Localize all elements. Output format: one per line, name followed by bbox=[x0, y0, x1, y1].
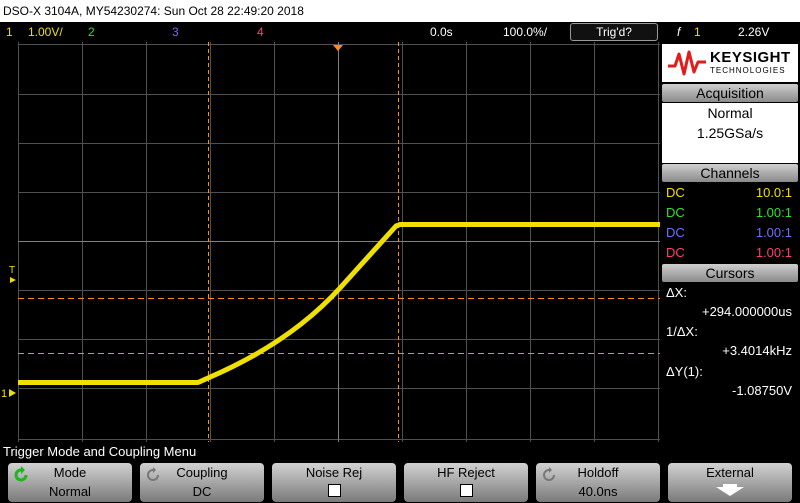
status-bar: 1 1.00V/ 2 3 4 0.0s 100.0%/ Trig'd? f 1 … bbox=[0, 22, 800, 42]
acquisition-box: Normal 1.25GSa/s bbox=[662, 103, 798, 163]
down-arrow-icon bbox=[716, 484, 744, 496]
ch2-coupling: DC bbox=[666, 205, 685, 220]
coupling-softkey[interactable]: Coupling DC bbox=[140, 463, 264, 502]
ch1-ground-marker[interactable] bbox=[9, 389, 16, 397]
channel-row-3[interactable]: DC 1.00:1 bbox=[666, 223, 792, 242]
dy-value: -1.08750V bbox=[732, 383, 792, 398]
noise-reject-softkey-label: Noise Rej bbox=[305, 465, 363, 480]
channel-row-2[interactable]: DC 1.00:1 bbox=[666, 203, 792, 222]
coupling-softkey-value: DC bbox=[192, 484, 212, 499]
time-scale[interactable]: 100.0%/ bbox=[503, 25, 547, 39]
menu-title-text: Trigger Mode and Coupling Menu bbox=[3, 444, 197, 459]
ch1-scale[interactable]: 1.00V/ bbox=[28, 25, 63, 39]
title-bar: DSO-X 3104A, MY54230274: Sun Oct 28 22:4… bbox=[0, 0, 800, 22]
trigger-status: Trig'd? bbox=[596, 25, 632, 39]
title-text: DSO-X 3104A, MY54230274: Sun Oct 28 22:4… bbox=[3, 4, 304, 18]
holdoff-softkey-label: Holdoff bbox=[577, 465, 619, 480]
coupling-softkey-label: Coupling bbox=[176, 465, 228, 480]
mode-softkey[interactable]: Mode Normal bbox=[8, 463, 132, 502]
inv-dx-label: 1/ΔX: bbox=[666, 324, 698, 339]
ch2-number[interactable]: 2 bbox=[88, 25, 95, 39]
ch1-coupling: DC bbox=[666, 185, 685, 200]
hf-reject-softkey-label: HF Reject bbox=[437, 465, 495, 480]
dy-label: ΔY(1): bbox=[666, 364, 703, 379]
noise-reject-softkey[interactable]: Noise Rej bbox=[272, 463, 396, 502]
holdoff-softkey-value: 40.0ns bbox=[578, 484, 618, 499]
inv-dx-value: +3.4014kHz bbox=[722, 343, 792, 358]
mode-softkey-label: Mode bbox=[53, 465, 87, 480]
channel-row-1[interactable]: DC 10.0:1 bbox=[666, 183, 792, 202]
hf-reject-softkey[interactable]: HF Reject bbox=[404, 463, 528, 502]
mode-softkey-value: Normal bbox=[49, 484, 91, 499]
softkey-bar: Mode Normal Coupling DC Noise Rej HF Rej… bbox=[0, 462, 800, 503]
cursors-header[interactable]: Cursors bbox=[662, 264, 798, 282]
ch3-probe: 1.00:1 bbox=[755, 225, 792, 240]
trigger-level-label: T bbox=[9, 265, 15, 276]
ch4-coupling: DC bbox=[666, 245, 685, 260]
trigger-position-marker[interactable] bbox=[333, 45, 343, 51]
noise-reject-checkbox[interactable] bbox=[327, 484, 341, 497]
ch4-number[interactable]: 4 bbox=[257, 25, 264, 39]
brand-name: KEYSIGHT bbox=[710, 49, 791, 66]
ch3-number[interactable]: 3 bbox=[172, 25, 179, 39]
trigger-status-button[interactable]: Trig'd? bbox=[570, 23, 658, 41]
acquisition-rate: 1.25GSa/s bbox=[696, 125, 764, 141]
dx-value: +294.000000us bbox=[701, 304, 792, 319]
brand-logo: KEYSIGHT TECHNOLOGIES bbox=[662, 44, 798, 82]
dx-label: ΔX: bbox=[666, 285, 687, 300]
external-softkey[interactable]: External bbox=[668, 463, 792, 502]
waveform-display[interactable]: T 1 bbox=[0, 42, 660, 442]
trigger-level[interactable]: 2.26V bbox=[738, 25, 769, 39]
trigger-level-marker[interactable] bbox=[10, 277, 16, 283]
channels-list: DC 10.0:1 DC 1.00:1 DC 1.00:1 DC 1.00:1 bbox=[662, 183, 798, 263]
ch1-ground-label: 1 bbox=[1, 388, 7, 400]
menu-title: Trigger Mode and Coupling Menu bbox=[0, 442, 800, 462]
ch2-probe: 1.00:1 bbox=[755, 205, 792, 220]
external-softkey-label: External bbox=[706, 465, 754, 480]
ch1-probe: 10.0:1 bbox=[755, 185, 792, 200]
ch3-coupling: DC bbox=[666, 225, 685, 240]
trigger-slope-icon: f bbox=[677, 25, 681, 39]
side-panel: KEYSIGHT TECHNOLOGIES Acquisition Normal… bbox=[660, 42, 800, 442]
channels-header[interactable]: Channels bbox=[662, 164, 798, 182]
graticule: T 1 bbox=[1, 42, 660, 442]
channel-row-4[interactable]: DC 1.00:1 bbox=[666, 243, 792, 262]
trigger-source[interactable]: 1 bbox=[694, 25, 701, 39]
ch1-number[interactable]: 1 bbox=[6, 25, 13, 39]
cursors-box: ΔX: +294.000000us 1/ΔX: +3.4014kHz ΔY(1)… bbox=[662, 283, 798, 403]
time-delay[interactable]: 0.0s bbox=[430, 25, 453, 39]
keysight-wave-icon bbox=[668, 50, 706, 76]
acquisition-mode: Normal bbox=[707, 105, 753, 121]
brand-sub: TECHNOLOGIES bbox=[710, 66, 786, 75]
holdoff-softkey[interactable]: Holdoff 40.0ns bbox=[536, 463, 660, 502]
hf-reject-checkbox[interactable] bbox=[459, 484, 473, 497]
ch4-probe: 1.00:1 bbox=[755, 245, 792, 260]
acquisition-header[interactable]: Acquisition bbox=[662, 84, 798, 102]
